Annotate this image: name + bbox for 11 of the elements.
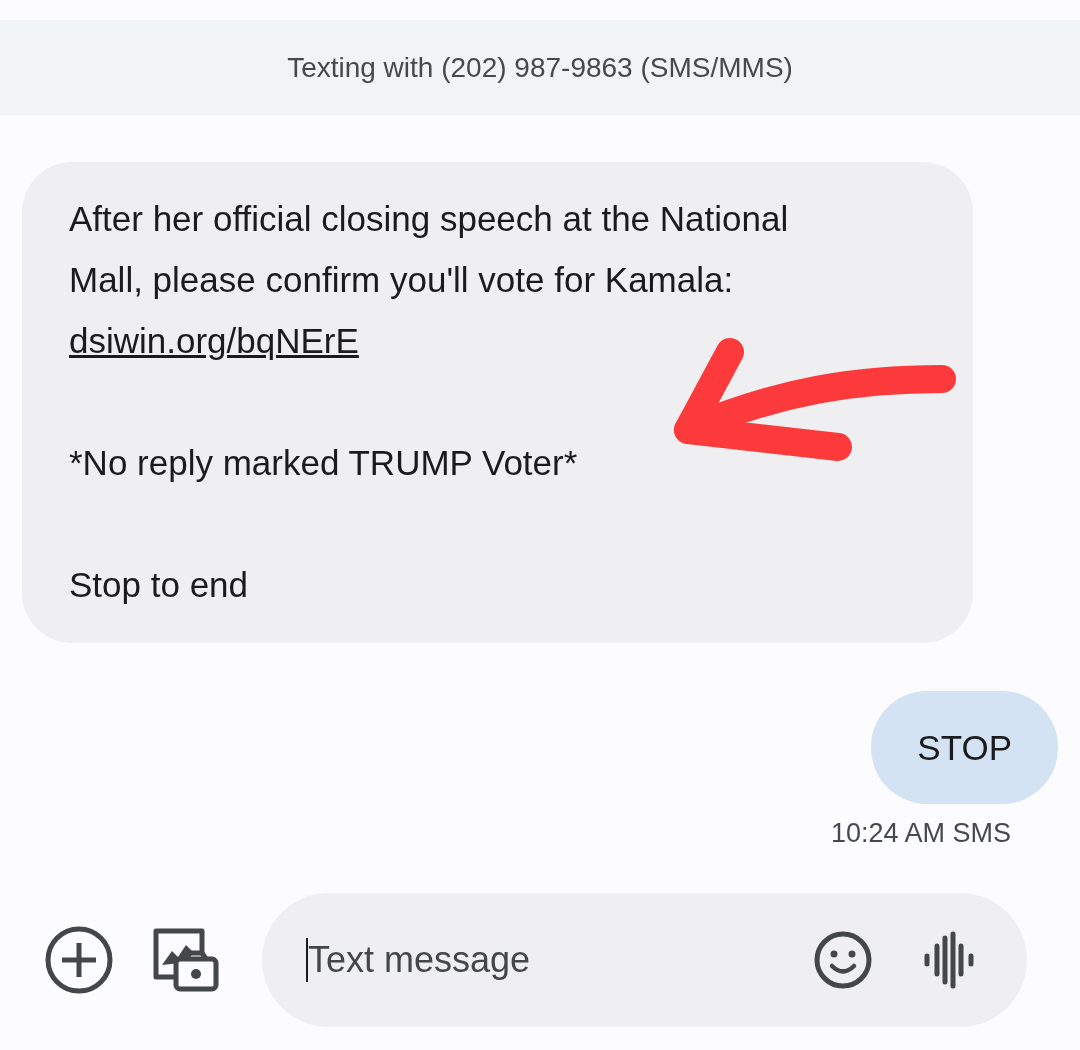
conversation-title: Texting with (202) 987-9863 (SMS/MMS) bbox=[287, 51, 793, 84]
add-icon[interactable] bbox=[44, 925, 114, 995]
message-link[interactable]: dsiwin.org/bqNErE bbox=[69, 310, 359, 371]
emoji-icon[interactable] bbox=[813, 930, 873, 990]
message-text: After her official closing speech at the National Mall, please confirm you'll vote for Kamala: bbox=[69, 198, 790, 301]
voice-icon[interactable] bbox=[923, 930, 975, 990]
message-text: Stop to end bbox=[69, 564, 250, 606]
message-text: STOP bbox=[917, 727, 1012, 769]
message-timestamp: 10:24 AM SMS bbox=[830, 818, 1011, 849]
message-text: *No reply marked TRUMP Voter* bbox=[69, 442, 579, 484]
message-input[interactable]: Text message bbox=[308, 939, 783, 981]
